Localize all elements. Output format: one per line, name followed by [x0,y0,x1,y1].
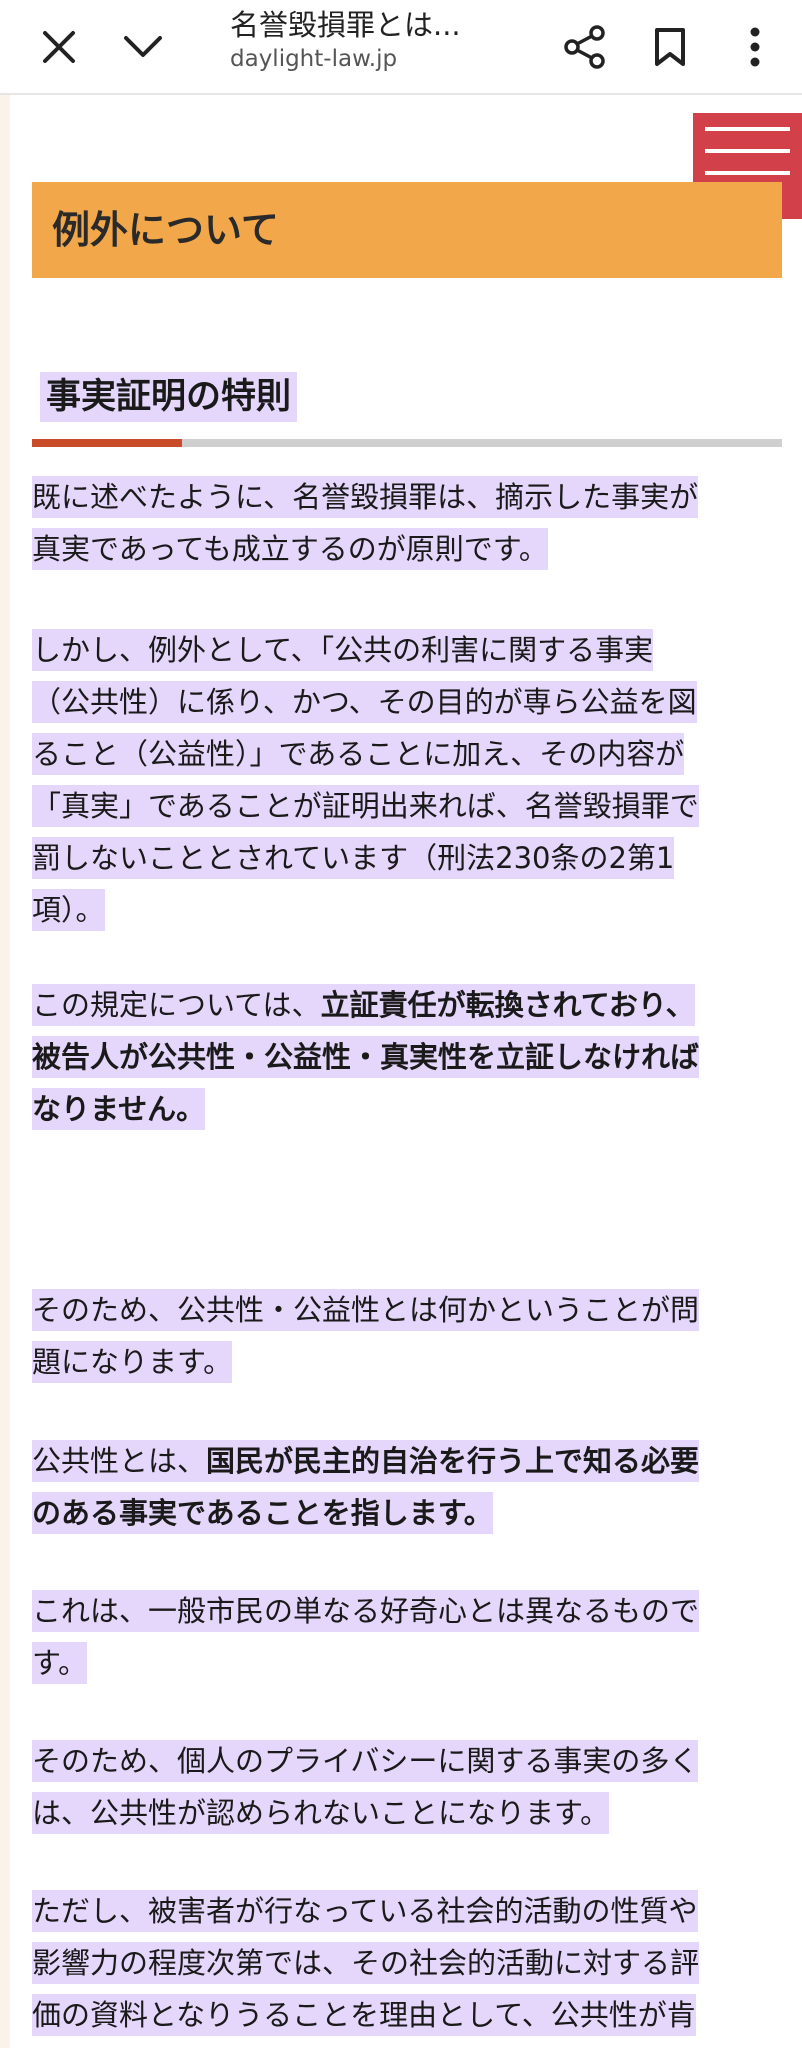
paragraph-line: 既に述べたように、名誉毀損罪は、摘示した事実が [32,476,699,518]
share-icon[interactable] [560,22,610,72]
paragraph-line: 題になります。 [32,1341,233,1383]
paragraph-line: これは、一般市民の単なる好奇心とは異なるもので [32,1590,700,1632]
paragraph-line-bold: 国民が民主的自治を行う上で知る必要 [206,1444,700,1478]
paragraph-6: これは、一般市民の単なる好奇心とは異なるもので す。 [32,1585,782,1689]
close-icon[interactable] [34,22,84,72]
paragraph-line-bold: なりません。 [32,1092,206,1126]
paragraph-line: 価の資料となりうることを理由として、公共性が肯 [32,1994,696,2036]
left-edge-strip [0,95,10,2048]
subsection-underline-accent [32,439,182,447]
paragraph-5: 公共性とは、国民が民主的自治を行う上で知る必要 のある事実であることを指します。 [32,1435,782,1539]
paragraph-line: 影響力の程度次第では、その社会的活動に対する評 [32,1942,700,1984]
paragraph-line: ただし、被害者が行なっている社会的活動の性質や [32,1890,698,1932]
paragraph-line: 公共性とは、 [32,1440,207,1482]
paragraph-line: しかし、例外として、「公共の利害に関する事実 [32,629,654,671]
paragraph-line: そのため、公共性・公益性とは何かということが問 [32,1289,700,1331]
paragraph-line: そのため、個人のプライバシーに関する事実の多く [32,1740,699,1782]
paragraph-1: 既に述べたように、名誉毀損罪は、摘示した事実が 真実であっても成立するのが原則で… [32,471,782,575]
paragraph-line: （公共性）に係り、かつ、その目的が専ら公益を図 [32,681,697,723]
bookmark-icon[interactable] [645,22,695,72]
paragraph-line-bold: 立証責任が転換されており、 [320,988,695,1022]
page-domain: daylight-law.jp [230,46,398,72]
hamburger-line [705,149,790,153]
subsection-heading: 事実証明の特則 [40,372,298,422]
chevron-down-icon[interactable] [118,22,168,72]
paragraph-line-bold: 被告人が公共性・公益性・真実性を立証しなければ [32,1040,700,1074]
section-heading: 例外について [32,182,782,278]
paragraph-line: 「真実」であることが証明出来れば、名誉毀損罪で [32,785,699,827]
paragraph-line: 罰しないこととされています（刑法230条の2第1 [32,837,675,879]
paragraph-7: そのため、個人のプライバシーに関する事実の多く は、公共性が認められないことにな… [32,1735,782,1839]
paragraph-line: この規定については、 [32,984,321,1026]
section-heading-text: 例外について [52,208,279,252]
paragraph-line-bold: のある事実であることを指します。 [32,1496,493,1530]
paragraph-line: ること（公益性）」であることに加え、その内容が [32,733,685,775]
page-title: 名誉毀損罪とは... [230,8,461,42]
paragraph-4: そのため、公共性・公益性とは何かということが問 題になります。 [32,1284,782,1388]
browser-toolbar: 名誉毀損罪とは... daylight-law.jp [0,0,802,95]
paragraph-line: す。 [32,1642,88,1684]
paragraph-8: ただし、被害者が行なっている社会的活動の性質や 影響力の程度次第では、その社会的… [32,1885,782,2041]
hamburger-line [705,171,790,175]
hamburger-icon [705,127,790,131]
paragraph-line: 真実であっても成立するのが原則です。 [32,528,548,570]
paragraph-line: は、公共性が認められないことになります。 [32,1792,610,1834]
paragraph-2: しかし、例外として、「公共の利害に関する事実 （公共性）に係り、かつ、その目的が… [32,624,782,936]
paragraph-line: 項）。 [32,889,105,931]
paragraph-3: この規定については、立証責任が転換されており、 被告人が公共性・公益性・真実性を… [32,979,782,1135]
more-vert-icon[interactable] [730,22,780,72]
